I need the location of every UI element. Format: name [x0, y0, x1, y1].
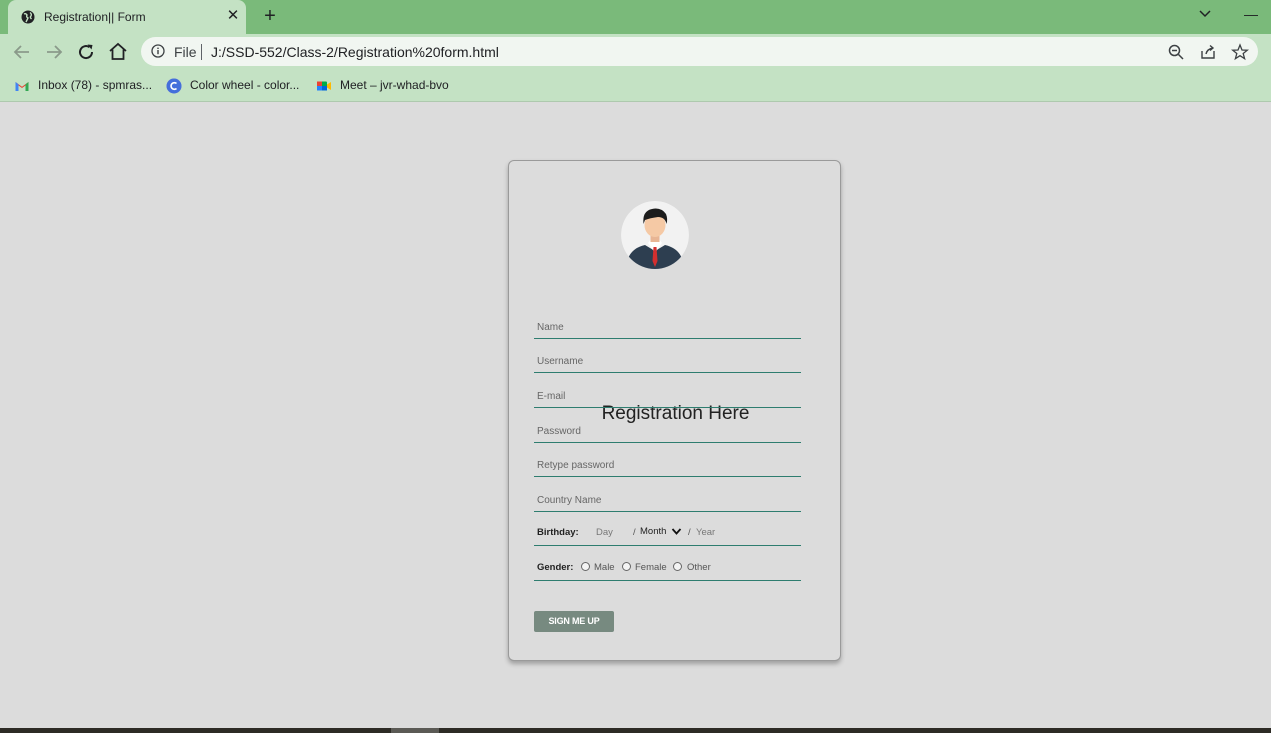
bookmark-inbox[interactable]: Inbox (78) - spmras... — [14, 76, 154, 96]
password-field-row — [534, 421, 801, 443]
bookmark-label: Meet – jvr-whad-bvo — [340, 78, 449, 92]
retype-password-field-row — [534, 455, 801, 477]
back-icon[interactable] — [10, 40, 34, 64]
birthday-row: Birthday: Day / Month / Year — [534, 524, 801, 546]
birthday-month-select[interactable]: Month — [640, 526, 666, 537]
tab-strip: Registration|| Form ✕ + — — [0, 0, 1271, 34]
registration-card: Registration Here Birthday: Day / Month … — [508, 160, 841, 661]
globe-icon — [21, 10, 35, 24]
bookmark-meet[interactable]: Meet – jvr-whad-bvo — [316, 76, 456, 96]
minimize-button[interactable]: — — [1243, 5, 1259, 23]
gender-other-radio[interactable] — [673, 562, 682, 571]
country-field-row — [534, 490, 801, 512]
sign-up-button[interactable]: SIGN ME UP — [534, 611, 614, 632]
birthday-separator: / — [633, 527, 636, 538]
gender-row: Gender: Male Female Other — [534, 559, 801, 581]
bookmark-label: Inbox (78) - spmras... — [38, 78, 153, 92]
gender-male-radio[interactable] — [581, 562, 590, 571]
name-field-row — [534, 317, 801, 339]
info-icon[interactable] — [151, 44, 165, 58]
share-icon[interactable] — [1199, 43, 1217, 61]
bookmark-label: Color wheel - color... — [190, 78, 300, 92]
url-text[interactable]: J:/SSD-552/Class-2/Registration%20form.h… — [211, 44, 499, 60]
home-icon[interactable] — [106, 40, 130, 64]
gender-label: Gender: — [537, 562, 574, 573]
email-input[interactable] — [534, 386, 801, 406]
chevron-down-icon[interactable] — [671, 527, 682, 536]
tab-title: Registration|| Form — [44, 10, 146, 24]
meet-icon — [317, 81, 331, 91]
taskbar-edge — [0, 728, 1271, 733]
chevron-down-icon[interactable] — [1196, 5, 1214, 23]
gmail-icon — [15, 82, 29, 91]
birthday-label: Birthday: — [537, 527, 579, 538]
password-input[interactable] — [534, 421, 801, 441]
address-bar[interactable]: File J:/SSD-552/Class-2/Registration%20f… — [141, 37, 1258, 66]
gender-other-label: Other — [687, 562, 711, 573]
browser-toolbar: File J:/SSD-552/Class-2/Registration%20f… — [0, 34, 1271, 70]
birthday-separator: / — [688, 527, 691, 538]
gender-female-label: Female — [635, 562, 667, 573]
birthday-day-input[interactable]: Day — [596, 527, 613, 538]
bookmark-color-wheel[interactable]: Color wheel - color... — [166, 76, 306, 96]
birthday-year-input[interactable]: Year — [696, 527, 715, 538]
reload-icon[interactable] — [74, 40, 98, 64]
tab-close-icon[interactable]: ✕ — [224, 7, 242, 25]
country-input[interactable] — [534, 490, 801, 510]
forward-icon[interactable] — [42, 40, 66, 64]
gender-male-label: Male — [594, 562, 615, 573]
taskbar-thumbnail — [391, 728, 439, 733]
canva-icon — [166, 78, 182, 94]
retype-password-input[interactable] — [534, 455, 801, 475]
username-input[interactable] — [534, 351, 801, 371]
zoom-icon[interactable] — [1167, 43, 1185, 61]
username-field-row — [534, 351, 801, 373]
gender-female-radio[interactable] — [622, 562, 631, 571]
url-divider — [201, 44, 202, 60]
email-field-row — [534, 386, 801, 408]
user-avatar — [621, 201, 689, 269]
bookmarks-bar: Inbox (78) - spmras... Color wheel - col… — [0, 70, 1271, 102]
new-tab-button[interactable]: + — [259, 6, 281, 28]
name-input[interactable] — [534, 317, 801, 337]
browser-tab[interactable]: Registration|| Form ✕ — [8, 0, 246, 34]
url-scheme: File — [174, 44, 197, 60]
star-icon[interactable] — [1231, 43, 1249, 61]
